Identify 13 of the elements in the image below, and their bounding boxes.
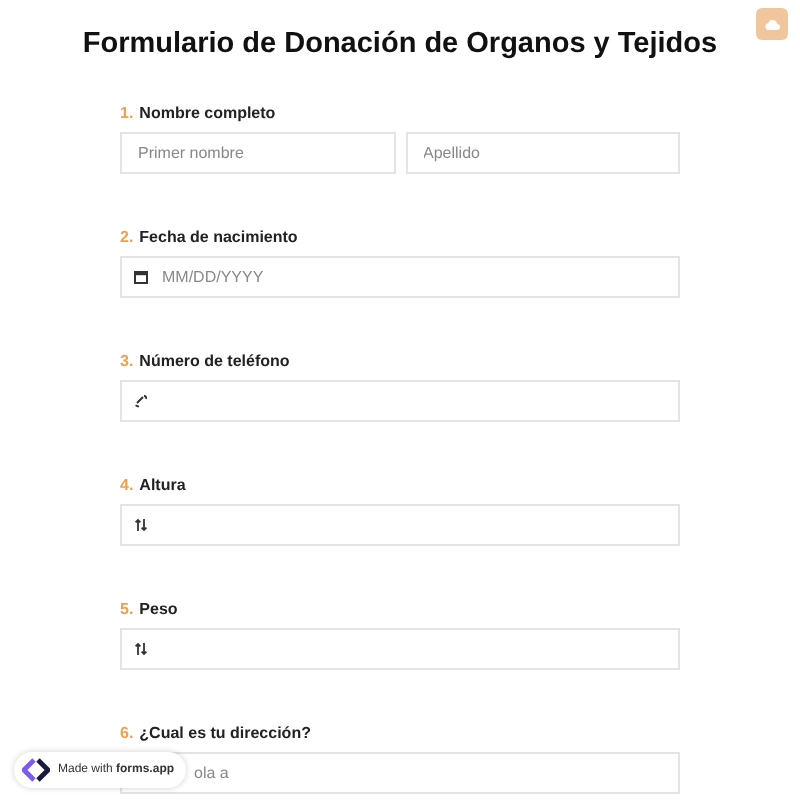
question-number: 2. (120, 228, 134, 246)
question-number: 3. (120, 352, 134, 370)
question-label: Fecha de nacimiento (139, 228, 298, 246)
question-number: 4. (120, 476, 134, 494)
question-number: 1. (120, 104, 134, 122)
question-label: Peso (139, 600, 178, 618)
question-number: 6. (120, 724, 134, 742)
question-label: ¿Cual es tu dirección? (139, 724, 311, 742)
question-label: Altura (139, 476, 186, 494)
form-title: Formulario de Donación de Organos y Tejidos (80, 26, 720, 60)
question-number: 5. (120, 600, 134, 618)
question-label: Número de teléfono (139, 352, 290, 370)
question-label: Nombre completo (139, 104, 276, 122)
